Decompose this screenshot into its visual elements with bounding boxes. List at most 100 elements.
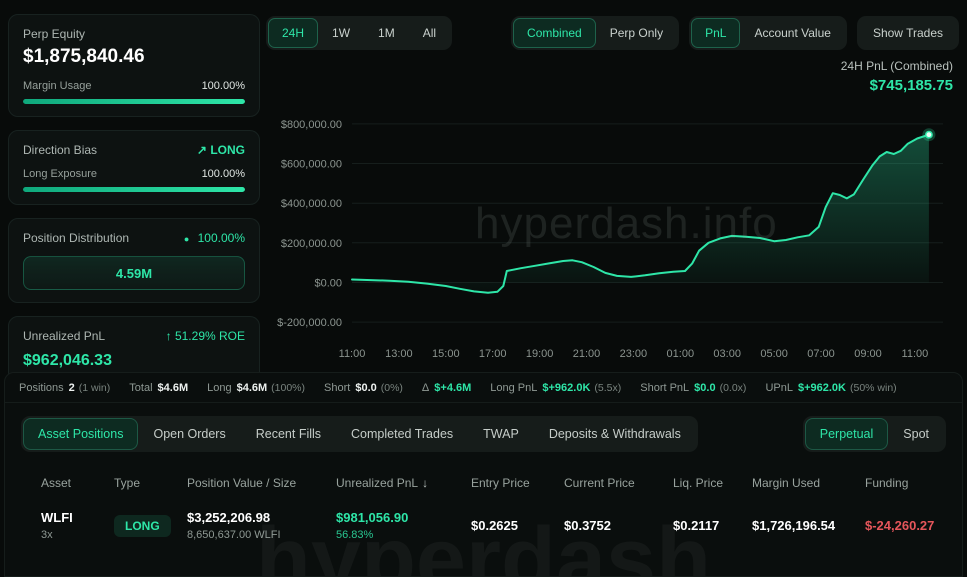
positions-table: Asset Type Position Value / Size Unreali…	[5, 476, 962, 541]
pnl-chart-panel: 24H 1W 1M All Combined Perp Only PnL Acc…	[266, 8, 959, 368]
cell-entry-price: $0.2625	[471, 518, 564, 533]
position-distribution-card: Position Distribution ● 100.00% 4.59M	[8, 218, 260, 303]
margin-usage-bar	[23, 99, 245, 104]
cell-funding: $-24,260.27	[865, 518, 962, 533]
svg-text:07:00: 07:00	[807, 348, 835, 360]
account-summary-sidebar: Perp Equity $1,875,840.46 Margin Usage 1…	[8, 14, 260, 383]
view-mode-group: PnL Account Value	[689, 16, 847, 50]
long-exposure-label: Long Exposure	[23, 168, 97, 180]
range-24h-button[interactable]: 24H	[269, 19, 317, 47]
unrealized-pnl-roe: ↑ 51.29% ROE	[166, 329, 245, 343]
header-type[interactable]: Type	[114, 476, 187, 490]
header-margin-used[interactable]: Margin Used	[752, 476, 865, 490]
svg-text:19:00: 19:00	[526, 348, 554, 360]
positions-table-header: Asset Type Position Value / Size Unreali…	[41, 476, 962, 490]
portfolio-stats-bar: Positions2(1 win) Total$4.6M Long$4.6M(1…	[5, 373, 962, 403]
chart-toolbar: 24H 1W 1M All Combined Perp Only PnL Acc…	[266, 8, 959, 50]
positions-panel: hyperdash Positions2(1 win) Total$4.6M L…	[4, 372, 963, 577]
tab-recent-fills[interactable]: Recent Fills	[242, 419, 335, 449]
asset-leverage: 3x	[41, 529, 114, 541]
position-distribution-value: 100.00%	[198, 231, 245, 245]
stat-short: Short$0.0(0%)	[324, 382, 403, 394]
direction-bias-label: Direction Bias	[23, 143, 97, 157]
long-exposure-bar-fill	[23, 187, 245, 192]
margin-usage-value: 100.00%	[202, 80, 245, 92]
perp-only-button[interactable]: Perp Only	[597, 19, 676, 47]
pnl-view-button[interactable]: PnL	[692, 19, 739, 47]
position-distribution-box[interactable]: 4.59M	[23, 256, 245, 290]
stat-upnl: UPnL$+962.0K(50% win)	[765, 382, 896, 394]
direction-bias-value: LONG	[210, 143, 245, 157]
svg-text:23:00: 23:00	[620, 348, 648, 360]
perp-equity-label: Perp Equity	[23, 27, 245, 41]
chart-title: 24H PnL (Combined)	[266, 59, 953, 73]
header-entry-price[interactable]: Entry Price	[471, 476, 564, 490]
svg-text:21:00: 21:00	[573, 348, 601, 360]
stat-short-pnl: Short PnL$0.0(0.0x)	[640, 382, 746, 394]
header-funding[interactable]: Funding	[865, 476, 962, 490]
long-exposure-value: 100.00%	[202, 168, 245, 180]
position-distribution-label: Position Distribution	[23, 231, 129, 245]
tab-spot[interactable]: Spot	[889, 419, 943, 449]
positions-tabs-group: Asset Positions Open Orders Recent Fills…	[21, 416, 698, 452]
svg-text:11:00: 11:00	[339, 348, 366, 360]
svg-text:$800,000.00: $800,000.00	[281, 119, 342, 131]
svg-text:05:00: 05:00	[760, 348, 788, 360]
stat-positions: Positions2(1 win)	[19, 382, 110, 394]
cell-asset: WLFI 3x	[41, 510, 114, 541]
range-1w-button[interactable]: 1W	[319, 19, 363, 47]
long-exposure-bar	[23, 187, 245, 192]
range-all-button[interactable]: All	[410, 19, 449, 47]
tab-asset-positions[interactable]: Asset Positions	[24, 419, 137, 449]
account-value-view-button[interactable]: Account Value	[741, 19, 844, 47]
market-type-group: Perpetual Spot	[803, 416, 946, 452]
stat-long-pnl: Long PnL$+962.0K(5.5x)	[490, 382, 621, 394]
svg-text:17:00: 17:00	[479, 348, 507, 360]
margin-usage-label: Margin Usage	[23, 80, 91, 92]
stat-delta: Δ$+4.6M	[422, 382, 471, 394]
table-row[interactable]: WLFI 3x LONG $3,252,206.98 8,650,637.00 …	[41, 510, 962, 541]
show-trades-group: Show Trades	[857, 16, 959, 50]
cell-type: LONG	[114, 515, 187, 537]
stat-total: Total$4.6M	[129, 382, 188, 394]
chart-current-value: $745,185.75	[266, 77, 953, 94]
tab-open-orders[interactable]: Open Orders	[139, 419, 239, 449]
svg-text:13:00: 13:00	[385, 348, 413, 360]
header-liq-price[interactable]: Liq. Price	[673, 476, 752, 490]
perp-equity-value: $1,875,840.46	[23, 46, 245, 68]
long-badge: LONG	[114, 515, 171, 537]
unrealized-pnl-value: $962,046.33	[23, 352, 245, 370]
svg-text:$-200,000.00: $-200,000.00	[277, 317, 342, 329]
svg-text:11:00: 11:00	[902, 348, 929, 360]
svg-text:$400,000.00: $400,000.00	[281, 198, 342, 210]
trend-up-icon: ↗	[197, 143, 207, 157]
tab-perpetual[interactable]: Perpetual	[806, 419, 888, 449]
header-asset[interactable]: Asset	[41, 476, 114, 490]
header-current-price[interactable]: Current Price	[564, 476, 673, 490]
stat-long: Long$4.6M(100%)	[207, 382, 305, 394]
svg-text:03:00: 03:00	[713, 348, 741, 360]
sort-desc-icon: ↓	[422, 476, 428, 490]
tab-twap[interactable]: TWAP	[469, 419, 533, 449]
header-unrealized-pnl[interactable]: Unrealized PnL↓	[336, 476, 471, 490]
direction-bias-card: Direction Bias ↗ LONG Long Exposure 100.…	[8, 130, 260, 205]
unrealized-pnl-label: Unrealized PnL	[23, 329, 105, 343]
header-position-value[interactable]: Position Value / Size	[187, 476, 336, 490]
distribution-dot-icon: ●	[184, 234, 189, 244]
tab-deposits-withdrawals[interactable]: Deposits & Withdrawals	[535, 419, 695, 449]
cell-position-value: $3,252,206.98 8,650,637.00 WLFI	[187, 510, 336, 541]
cell-unrealized-pnl: $981,056.90 56.83%	[336, 510, 471, 541]
perp-equity-card: Perp Equity $1,875,840.46 Margin Usage 1…	[8, 14, 260, 117]
position-distribution-box-value: 4.59M	[116, 266, 152, 281]
asset-symbol: WLFI	[41, 510, 114, 525]
combine-mode-group: Combined Perp Only	[511, 16, 679, 50]
svg-text:$200,000.00: $200,000.00	[281, 238, 342, 250]
tab-completed-trades[interactable]: Completed Trades	[337, 419, 467, 449]
margin-usage-bar-fill	[23, 99, 245, 104]
range-1m-button[interactable]: 1M	[365, 19, 408, 47]
combined-button[interactable]: Combined	[514, 19, 595, 47]
svg-text:15:00: 15:00	[432, 348, 460, 360]
show-trades-button[interactable]: Show Trades	[860, 19, 956, 47]
svg-text:09:00: 09:00	[854, 348, 882, 360]
chart-canvas: $-200,000.00$0.00$200,000.00$400,000.00$…	[266, 96, 959, 369]
